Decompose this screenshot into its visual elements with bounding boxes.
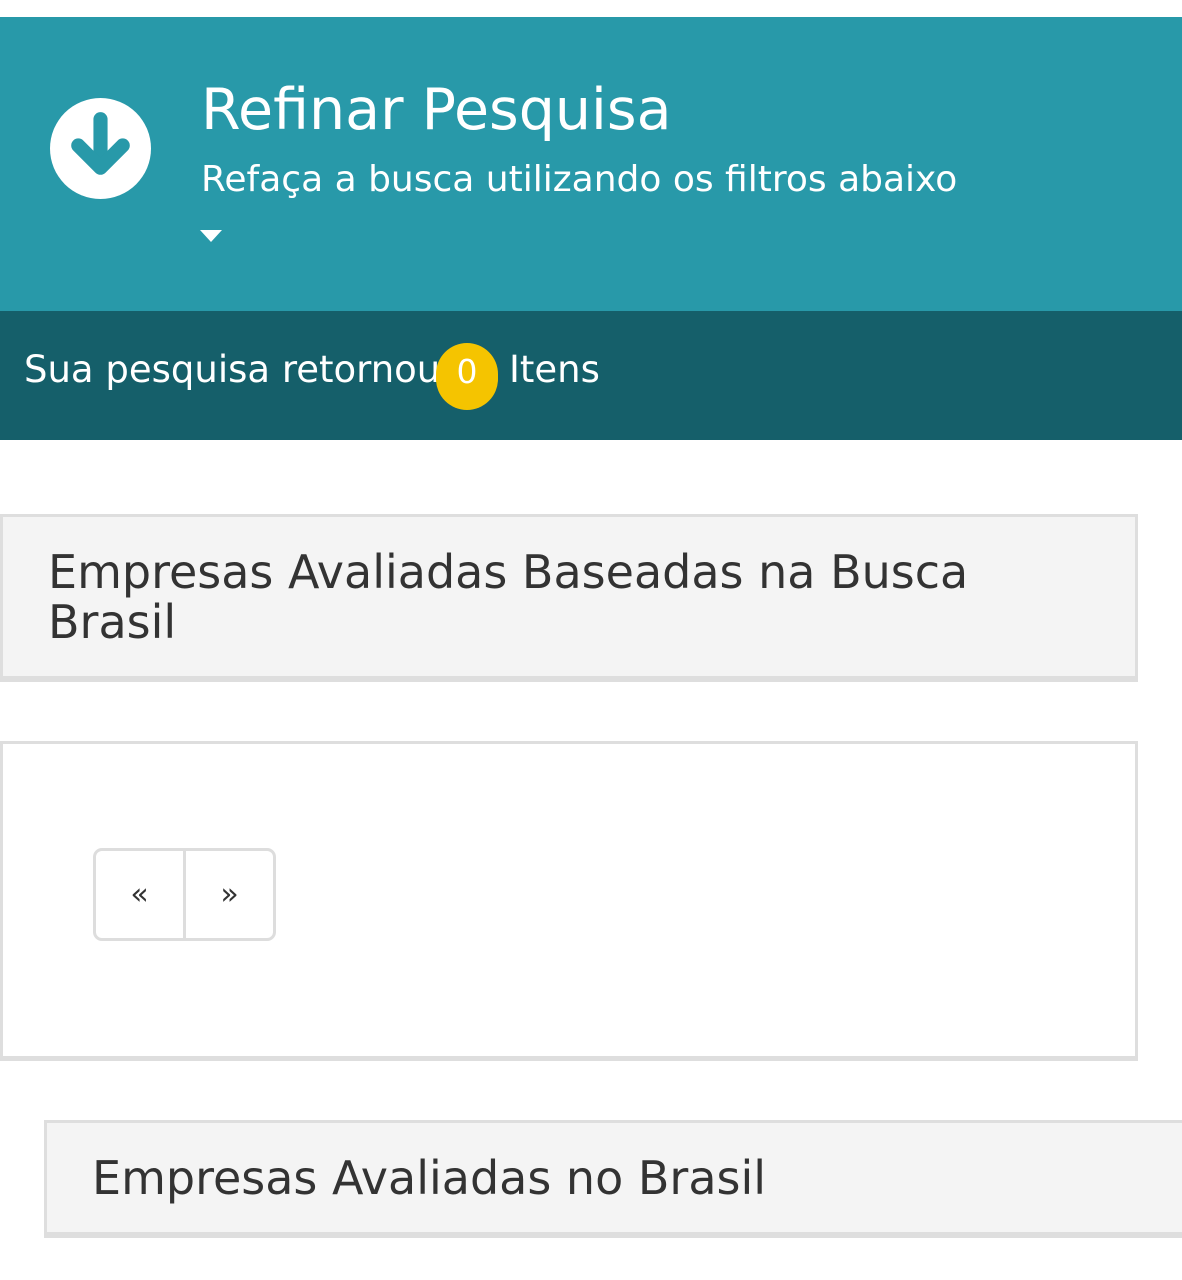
company-results-panel: « » [0, 741, 1138, 1061]
refine-search-title: Refinar Pesquisa [201, 77, 672, 143]
refine-search-banner[interactable]: Refinar Pesquisa Refaça a busca utilizan… [0, 17, 1182, 311]
results-summary-text: Sua pesquisa retornou [24, 348, 441, 391]
results-items-label: Itens [509, 348, 600, 391]
results-count-badge: 0 [436, 343, 498, 410]
brazil-companies-title: Empresas Avaliadas no Brasil [92, 1151, 767, 1205]
search-results-summary: Sua pesquisa retornou 0 Itens [0, 311, 1182, 440]
search-based-companies-title: Empresas Avaliadas Baseadas na Busca Bra… [48, 545, 969, 649]
brazil-companies-panel-heading: Empresas Avaliadas no Brasil [44, 1120, 1182, 1238]
search-based-companies-panel-heading: Empresas Avaliadas Baseadas na Busca Bra… [0, 514, 1138, 682]
previous-page-button[interactable]: « [93, 848, 186, 941]
circle-arrow-down-icon [50, 98, 151, 199]
next-page-button[interactable]: » [183, 848, 276, 941]
pagination: « » [93, 848, 276, 941]
caret-down-icon[interactable] [199, 229, 223, 243]
refine-search-subtitle: Refaça a busca utilizando os filtros aba… [201, 159, 958, 200]
